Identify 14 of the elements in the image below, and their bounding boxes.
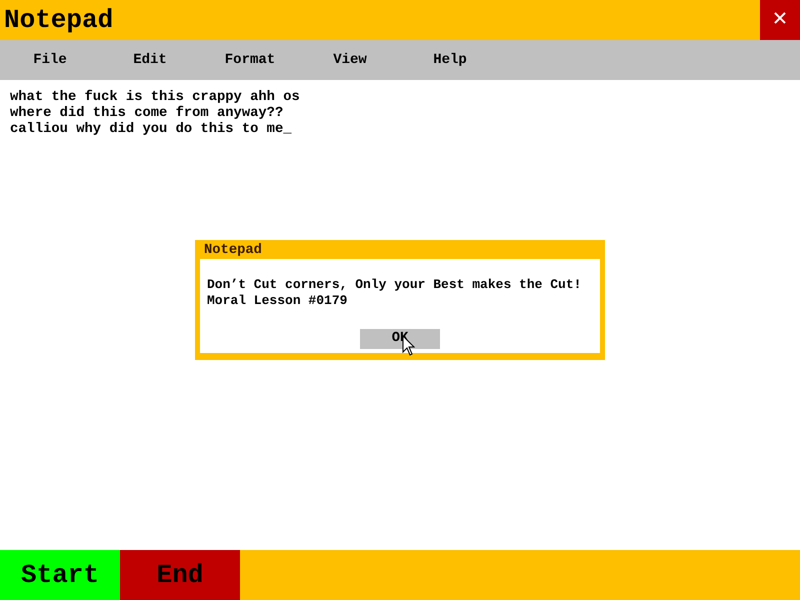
- menu-item[interactable]: Edit: [100, 40, 200, 80]
- text-line: where did this come from anyway??: [10, 106, 284, 122]
- close-button[interactable]: ✕: [760, 0, 800, 40]
- text-line: what the fuck is this crappy ahh os: [10, 90, 301, 106]
- window-title: Notepad: [3, 4, 114, 37]
- menu-item[interactable]: View: [300, 40, 400, 80]
- start-button[interactable]: Start: [0, 550, 120, 600]
- text-line: calliou why did you do this to me_: [10, 122, 293, 138]
- menu-item[interactable]: File: [0, 40, 100, 80]
- message-text: Moral Lesson #0179: [207, 293, 348, 309]
- menu-item[interactable]: Help: [400, 40, 500, 80]
- dialog-title: Notepad: [203, 243, 263, 259]
- message-text: Don’t Cut corners, Only your Best makes the Cut!: [207, 277, 582, 293]
- menu-item[interactable]: Format: [200, 40, 300, 80]
